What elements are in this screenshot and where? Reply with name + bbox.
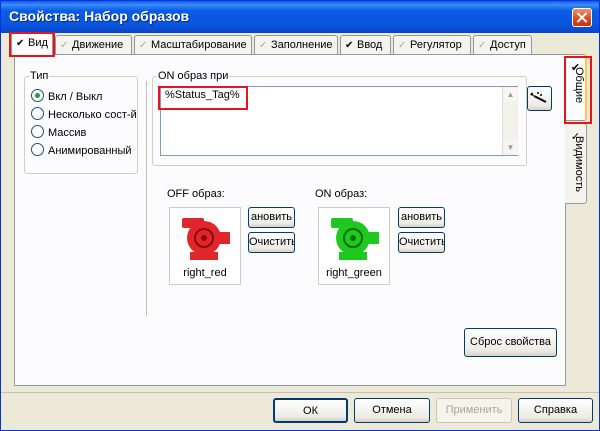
off-clear-button[interactable]: Очистить [248,232,295,253]
text-scrollbar[interactable]: ▲ ▼ [502,87,518,155]
check-icon: ✓ [60,40,69,51]
off-image-preview: right_red [169,207,241,285]
radio-label: Анимированный [48,145,132,157]
ok-button[interactable]: ОК [273,398,348,423]
side-tab-label: ✓ Видимость [569,130,585,192]
tab-access[interactable]: ✓ Доступ [473,35,532,54]
off-set-button[interactable]: ановить [248,207,295,228]
on-clear-button[interactable]: Очистить [398,232,445,253]
radio-array[interactable]: Массив [31,125,86,139]
tab-label: Масштабирование [151,39,247,51]
title-bar[interactable]: Свойства: Набор образов [1,1,599,33]
radio-animated[interactable]: Анимированный [31,143,132,157]
magic-wand-icon [530,92,547,103]
off-image-label: OFF образ: [167,188,225,200]
off-image-name: right_red [183,267,227,279]
radio-label: Несколько сост-й [48,109,137,121]
side-tab-visibility[interactable]: ✓ Видимость [565,123,587,204]
footer-separator [1,392,599,393]
tab-label: Регулятор [410,39,462,51]
radio-dot [31,107,44,120]
on-set-button[interactable]: ановить [398,207,445,228]
radio-dot [31,143,44,156]
check-icon: ✓ [478,40,487,51]
tab-scaling[interactable]: ✓ Масштабирование [134,35,252,54]
scroll-up-icon[interactable]: ▲ [504,88,517,101]
tab-label: Движение [72,39,124,51]
on-expression-legend: ON образ при [158,70,229,82]
check-icon: ✓ [259,40,268,51]
tab-label: Доступ [490,39,526,51]
check-icon: ✔ [16,38,25,49]
apply-button[interactable]: Применить [436,398,512,423]
tab-label: Заполнение [271,39,333,51]
tab-motion[interactable]: ✓ Движение [55,35,132,54]
close-button[interactable] [572,8,592,27]
radio-dot [31,89,44,102]
check-icon: ✓ [139,40,148,51]
tab-view[interactable]: ✔ Вид [11,32,53,55]
cancel-button[interactable]: Отмена [354,398,430,423]
on-image-name: right_green [326,267,382,279]
on-image-preview: right_green [318,207,390,285]
window-title: Свойства: Набор образов [9,8,190,24]
properties-dialog: Свойства: Набор образов ✔ Вид ✓ Движение ✓… [0,0,600,431]
check-icon: ✓ [398,40,407,51]
scroll-down-icon[interactable]: ▼ [504,141,517,154]
vertical-separator [146,81,147,316]
side-tab-general[interactable]: ✔ Общие [565,54,587,121]
help-button[interactable]: Справка [518,398,593,423]
on-image-label: ON образ: [315,188,368,200]
tab-label: Вид [28,37,48,49]
check-icon: ✔ [345,40,354,51]
radio-label: Вкл / Выкл [48,91,103,103]
tab-input[interactable]: ✔ Ввод [340,35,391,54]
reset-properties-button[interactable]: Сброс свойства [464,328,557,357]
tab-label: Ввод [357,39,383,51]
tab-regulator[interactable]: ✓ Регулятор [393,35,471,54]
type-group-legend: Тип [30,70,49,82]
radio-on-off[interactable]: Вкл / Выкл [31,89,102,103]
side-tab-label: ✔ Общие [569,61,585,104]
tag-browse-button[interactable] [527,86,552,111]
radio-dot [31,125,44,138]
tab-fill[interactable]: ✓ Заполнение [254,35,338,54]
pump-icon [182,218,230,260]
radio-multi-state[interactable]: Несколько сост-й [31,107,137,121]
pump-icon [331,218,379,260]
on-expression-value: %Status_Tag% [165,89,240,101]
type-group: Тип [24,70,138,174]
radio-label: Массив [48,127,87,139]
